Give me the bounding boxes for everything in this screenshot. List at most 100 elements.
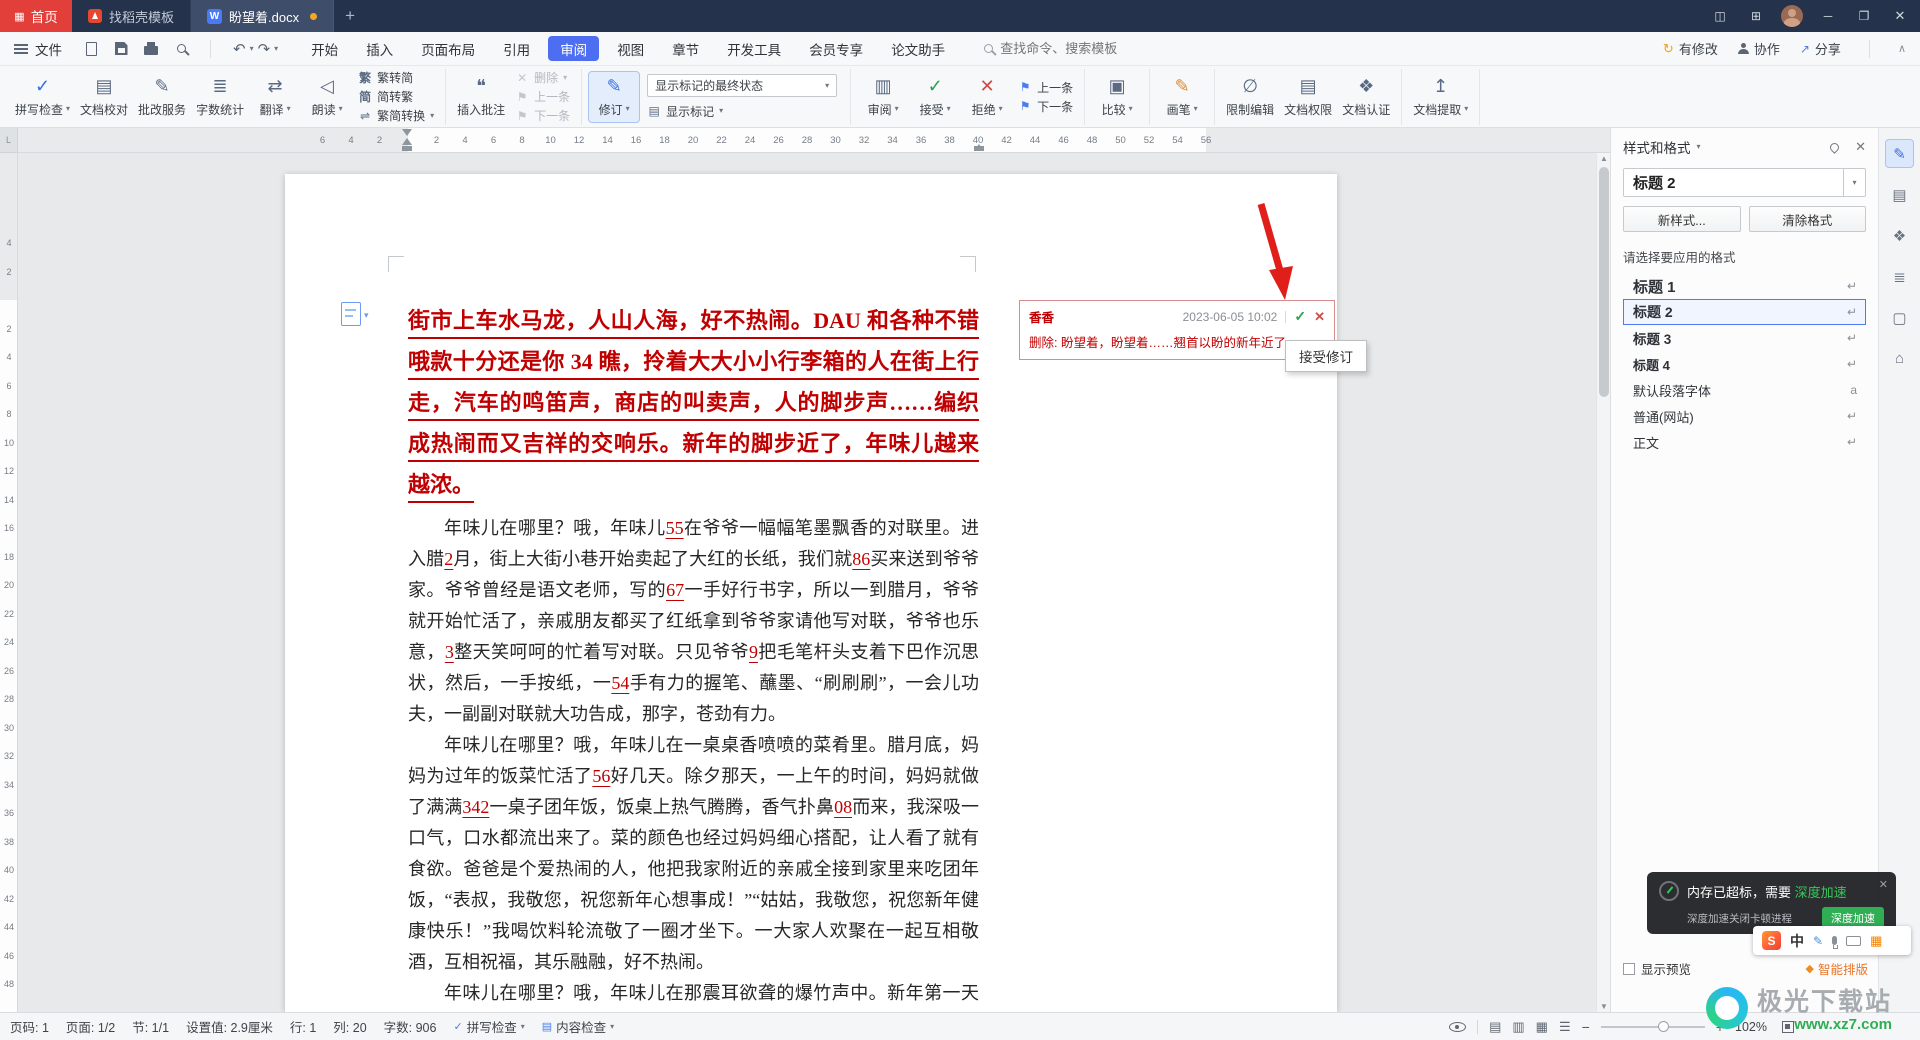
new-doc-button[interactable] — [82, 40, 100, 58]
material-panel-button[interactable]: ❖ — [1886, 222, 1913, 249]
style-item-default-font[interactable]: 默认段落字体a — [1623, 377, 1866, 403]
menu-tab-page-layout[interactable]: 页面布局 — [408, 32, 488, 66]
show-markup-button[interactable]: ▤显示标记▾ — [647, 103, 837, 119]
menu-tab-review[interactable]: 审阅 — [548, 36, 599, 61]
ime-toolbar[interactable]: S 中 ✎ ▦ — [1753, 926, 1911, 955]
status-item[interactable]: 字数: 906 — [384, 1017, 437, 1036]
reject-button[interactable]: ✕拒绝▾ — [962, 72, 1012, 122]
body-paragraph[interactable]: 年味儿在哪里？哦，年味儿在一桌桌香喷喷的菜肴里。腊月底，妈妈为过年的饭菜忙活了5… — [408, 730, 979, 978]
accept-revision-button[interactable]: ✓ — [1294, 308, 1306, 325]
doc-extract-button[interactable]: ↥文档提取▾ — [1409, 72, 1472, 122]
style-item-heading3[interactable]: 标题 3↵ — [1623, 325, 1866, 351]
restrict-edit-button[interactable]: ∅限制编辑 — [1222, 72, 1278, 122]
delete-comment-button[interactable]: ✕删除▾ — [515, 70, 570, 86]
next-comment-button[interactable]: ⚑下一条 — [515, 108, 570, 124]
new-style-button[interactable]: 新样式... — [1623, 206, 1741, 232]
command-search[interactable] — [984, 41, 1150, 56]
close-panel-icon[interactable]: ✕ — [1855, 139, 1866, 155]
content-check-status-button[interactable]: ▤ 内容检查 ▾ — [542, 1017, 614, 1036]
microphone-icon[interactable] — [1832, 936, 1837, 945]
undo-dropdown-icon[interactable]: ▾ — [250, 45, 254, 53]
menu-tab-references[interactable]: 引用 — [490, 32, 543, 66]
collapse-ribbon-icon[interactable]: ∧ — [1898, 42, 1906, 55]
close-button[interactable]: ✕ — [1884, 0, 1916, 32]
zoom-slider-thumb[interactable] — [1658, 1021, 1669, 1032]
modified-status-button[interactable]: ↻ 有修改 — [1663, 39, 1718, 58]
menu-tab-start[interactable]: 开始 — [298, 32, 351, 66]
track-changes-button[interactable]: ✎修订▾ — [589, 72, 639, 122]
paragraph-layout-button[interactable]: ▾ — [341, 302, 369, 326]
read-aloud-button[interactable]: ◁朗读▾ — [302, 72, 352, 122]
undo-button[interactable]: ↶ — [231, 40, 248, 58]
compare-button[interactable]: ▣比较▾ — [1092, 72, 1142, 122]
status-item[interactable]: 行: 1 — [290, 1017, 316, 1036]
reject-revision-button[interactable]: ✕ — [1314, 309, 1325, 325]
show-preview-checkbox[interactable]: 显示预览 — [1623, 959, 1691, 978]
spellcheck-button[interactable]: ✓拼写检查▾ — [11, 72, 74, 122]
doc-permission-button[interactable]: ▤文档权限 — [1280, 72, 1336, 122]
redo-dropdown-icon[interactable]: ▾ — [274, 45, 278, 53]
format-panel-button[interactable]: ✎ — [1886, 140, 1913, 167]
redo-button[interactable]: ↷ — [256, 40, 273, 58]
menu-tab-section[interactable]: 章节 — [659, 32, 712, 66]
spellcheck-status-button[interactable]: ✓ 拼写检查 ▾ — [453, 1017, 524, 1036]
pin-icon[interactable] — [1828, 141, 1841, 154]
grading-service-button[interactable]: ✎批改服务 — [134, 72, 190, 122]
trad-to-simp-button[interactable]: 繁繁转简 — [358, 70, 434, 86]
horizontal-ruler[interactable]: 6422468101214161820222426283032343638404… — [18, 128, 1610, 153]
layout-switch-icon[interactable]: ◫ — [1704, 0, 1736, 32]
status-item[interactable]: 设置值: 2.9厘米 — [186, 1017, 273, 1036]
navigation-panel-button[interactable]: ≣ — [1886, 263, 1913, 290]
style-item-heading2[interactable]: 标题 2↵ — [1623, 299, 1866, 325]
home-panel-button[interactable]: ⌂ — [1886, 345, 1913, 372]
word-count-button[interactable]: ≣字数统计 — [192, 72, 248, 122]
workspace-grid-icon[interactable]: ⊞ — [1740, 0, 1772, 32]
prev-comment-button[interactable]: ⚑上一条 — [515, 89, 570, 105]
right-indent-marker[interactable] — [974, 146, 984, 151]
print-view-icon[interactable]: ▥ — [1512, 1019, 1524, 1035]
status-item[interactable]: 节: 1/1 — [132, 1017, 169, 1036]
style-item-heading4[interactable]: 标题 4↵ — [1623, 351, 1866, 377]
smart-typeset-button[interactable]: ◆ 智能排版 — [1806, 959, 1868, 978]
home-button[interactable]: ▦ 首页 — [0, 0, 72, 32]
body-paragraph[interactable]: 年味儿在哪里？哦，年味儿55在爷爷一幅幅笔墨飘香的对联里。进入腊2月，街上大街小… — [408, 513, 979, 730]
command-search-input[interactable] — [1000, 41, 1150, 56]
vertical-scrollbar[interactable]: ▲ ▼ — [1596, 153, 1610, 1012]
reading-view-icon[interactable]: ▤ — [1489, 1019, 1501, 1035]
status-item[interactable]: 页面: 1/2 — [66, 1017, 115, 1036]
menu-tab-paper-assistant[interactable]: 论文助手 — [878, 32, 958, 66]
status-item[interactable]: 列: 20 — [333, 1017, 366, 1036]
document-page[interactable]: ▾ 街市上车水马龙，人山人海，好不热闹。DAU 和各种不错哦款十分还是你 34 … — [285, 174, 1337, 1012]
maximize-button[interactable]: ❐ — [1848, 0, 1880, 32]
insert-comment-button[interactable]: ❝插入批注 — [453, 72, 509, 122]
markup-state-combo[interactable]: 显示标记的最终状态▾ — [647, 74, 837, 97]
menu-tab-insert[interactable]: 插入 — [353, 32, 406, 66]
menu-tab-view[interactable]: 视图 — [604, 32, 657, 66]
accept-button[interactable]: ✓接受▾ — [910, 72, 960, 122]
new-tab-button[interactable]: + — [334, 0, 366, 32]
tab-selector-box[interactable]: L — [0, 128, 18, 153]
review-pane-button[interactable]: ▥审阅▾ — [858, 72, 908, 122]
scrollbar-thumb[interactable] — [1599, 167, 1609, 397]
eye-protection-icon[interactable] — [1449, 1022, 1466, 1032]
ime-toolbox-icon[interactable]: ▦ — [1870, 933, 1882, 949]
notes-panel-button[interactable]: ▢ — [1886, 304, 1913, 331]
next-change-button[interactable]: ⚑下一条 — [1018, 98, 1073, 114]
zoom-slider[interactable] — [1601, 1026, 1705, 1028]
ime-mode-indicator[interactable]: 中 — [1790, 931, 1804, 951]
print-button[interactable] — [142, 40, 160, 58]
menu-tab-dev-tools[interactable]: 开发工具 — [714, 32, 794, 66]
style-item-heading1[interactable]: 标题 1↵ — [1623, 273, 1866, 299]
body-paragraph[interactable]: 年味儿在哪里？哦，年味儿在那震耳欲聋的爆竹声中。新年第一天零点开始，人们便没了睡… — [408, 978, 979, 1012]
prev-change-button[interactable]: ⚑上一条 — [1018, 79, 1073, 95]
trad-simp-convert-button[interactable]: ⇌繁简转换▾ — [358, 108, 434, 124]
outline-view-icon[interactable]: ☰ — [1559, 1019, 1571, 1035]
style-item-normal-web[interactable]: 普通(网站)↵ — [1623, 403, 1866, 429]
popup-close-icon[interactable]: ✕ — [1879, 878, 1888, 891]
simp-to-trad-button[interactable]: 简简转繁 — [358, 89, 434, 105]
file-menu-button[interactable]: 文件 — [0, 39, 76, 59]
web-view-icon[interactable]: ▦ — [1536, 1019, 1548, 1035]
hanging-indent-marker[interactable] — [402, 133, 412, 145]
chevron-down-icon[interactable]: ▾ — [1697, 143, 1701, 151]
scroll-up-icon[interactable]: ▲ — [1597, 154, 1611, 163]
